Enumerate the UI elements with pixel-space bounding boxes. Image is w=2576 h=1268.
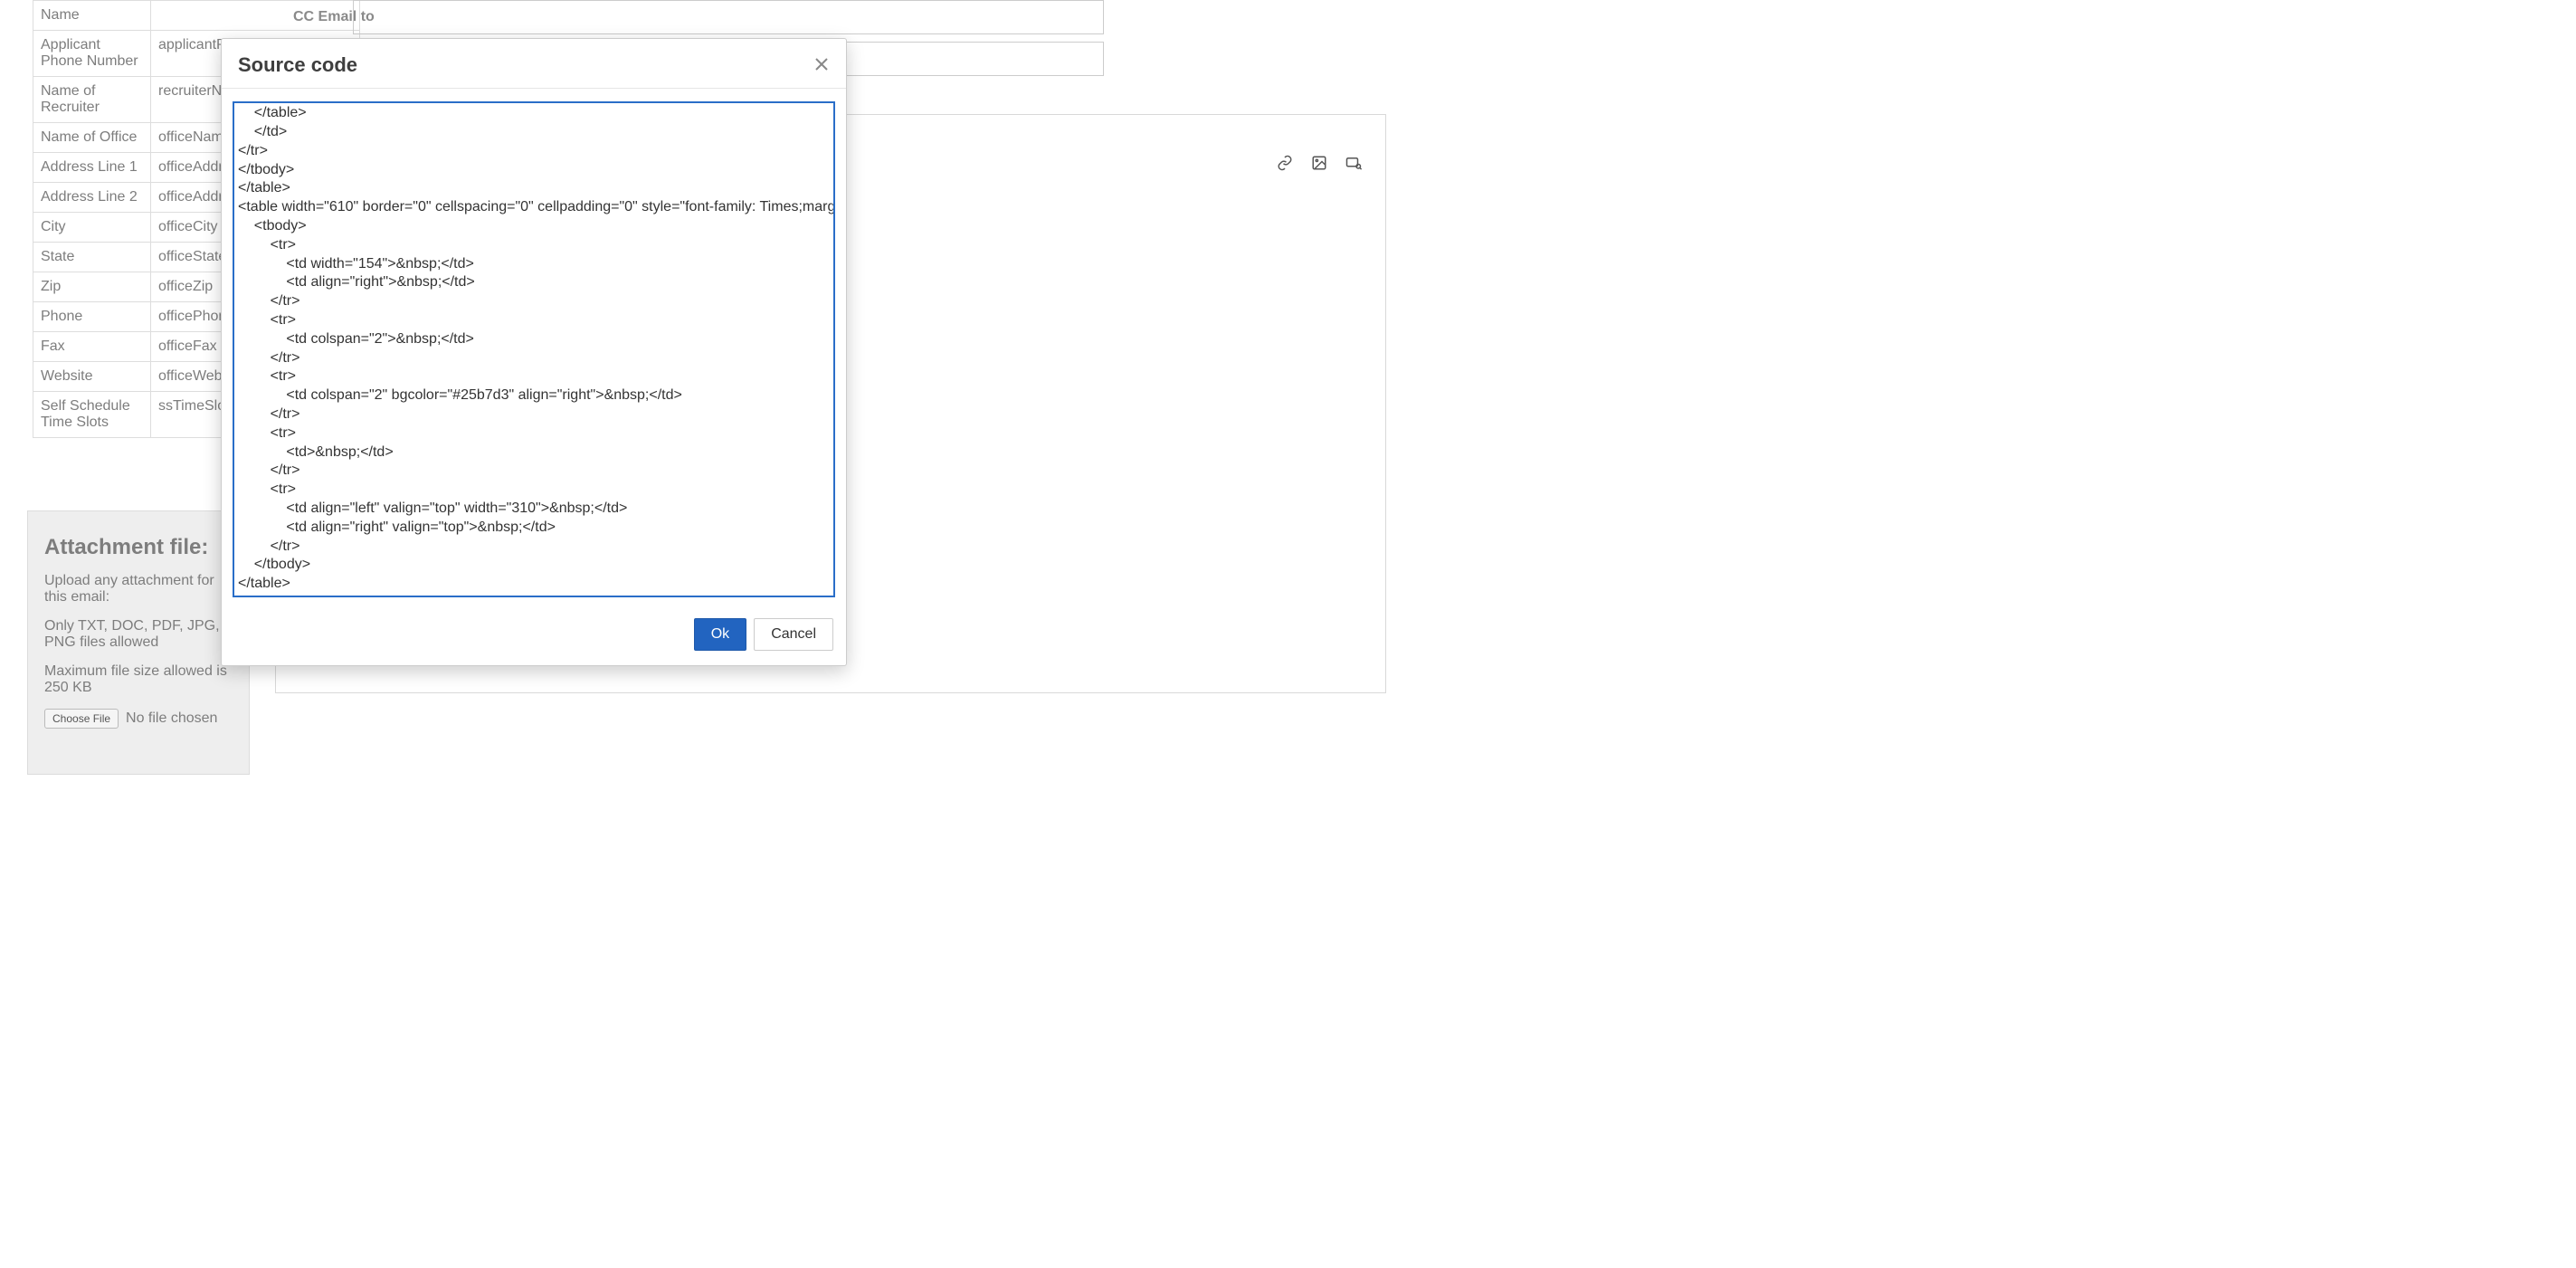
source-code-modal: Source code Ok Cancel — [221, 38, 847, 666]
choose-file-button[interactable]: Choose File — [44, 709, 119, 729]
source-code-textarea[interactable] — [233, 101, 835, 597]
close-icon[interactable] — [813, 54, 830, 77]
no-file-chosen-text: No file chosen — [126, 710, 217, 727]
ok-button[interactable]: Ok — [694, 618, 746, 651]
modal-title: Source code — [238, 53, 357, 77]
cancel-button[interactable]: Cancel — [754, 618, 833, 651]
